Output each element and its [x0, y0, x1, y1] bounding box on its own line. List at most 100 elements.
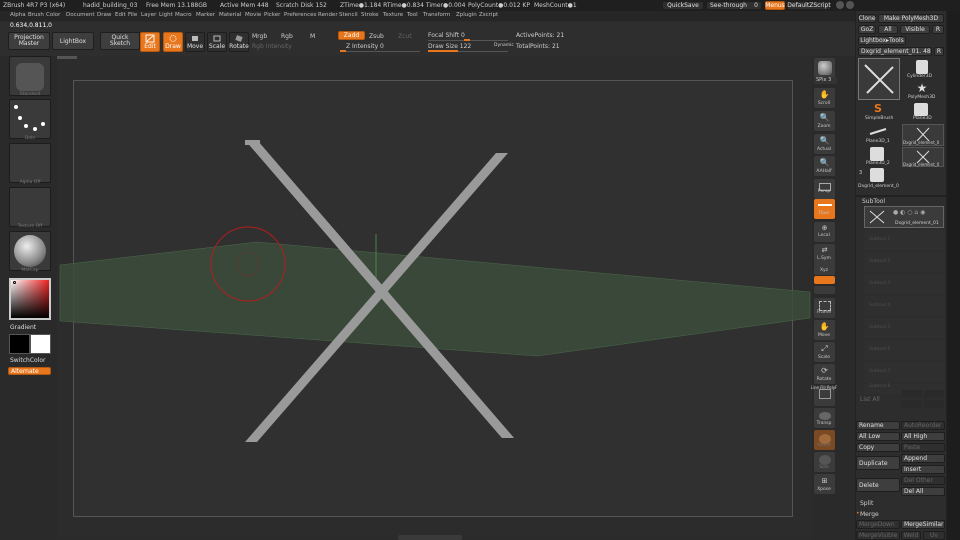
tray-scrollbar[interactable]: [947, 11, 960, 540]
plane3d-1-thumb[interactable]: [866, 124, 890, 140]
color-gradient-square[interactable]: [11, 280, 49, 318]
split-section[interactable]: Split: [860, 500, 873, 507]
quicksave-button[interactable]: QuickSave: [662, 1, 704, 10]
material-thumbnail[interactable]: [9, 231, 51, 271]
lightbox-button[interactable]: LightBox: [52, 32, 94, 50]
simplebrush-icon[interactable]: S: [870, 102, 886, 116]
color-picker-handle[interactable]: [13, 281, 16, 284]
minimize-icon[interactable]: [836, 1, 844, 9]
duplicate-button[interactable]: Duplicate: [856, 456, 900, 470]
alternate-button[interactable]: Alternate: [8, 367, 51, 375]
focal-shift-handle[interactable]: [464, 39, 470, 41]
menu-brush[interactable]: Brush: [28, 12, 44, 18]
paste-button[interactable]: Paste: [901, 443, 945, 452]
copy-button[interactable]: Copy: [856, 443, 900, 452]
menu-picker[interactable]: Picker: [264, 12, 280, 18]
del-other-button[interactable]: Del Other: [901, 476, 945, 485]
make-polymesh-button[interactable]: Make PolyMesh3D: [878, 14, 944, 23]
r-button-2[interactable]: R: [934, 47, 944, 56]
zadd-button[interactable]: Zadd: [338, 31, 365, 40]
dxgrid-3-icon[interactable]: [870, 168, 884, 182]
all-high-button[interactable]: All High: [901, 432, 945, 441]
z-intensity-slider[interactable]: Z Intensity 0: [346, 43, 384, 50]
menu-material[interactable]: Material: [219, 12, 241, 18]
polymesh-star-icon[interactable]: ★: [912, 81, 932, 95]
rename-button[interactable]: Rename: [856, 421, 900, 430]
arrow-up-alt-button[interactable]: [924, 390, 944, 398]
local-button[interactable]: ⊕: [814, 222, 835, 242]
menu-light[interactable]: Light: [159, 12, 173, 18]
quick-sketch-button[interactable]: Quick Sketch: [100, 32, 140, 50]
zsub-button[interactable]: Zsub: [369, 33, 384, 40]
rotate-button[interactable]: Rotate: [229, 32, 249, 52]
menu-document[interactable]: Document: [66, 12, 95, 18]
del-all-button[interactable]: Del All: [901, 487, 945, 496]
z-axis-button[interactable]: [814, 286, 835, 294]
menu-movie[interactable]: Movie: [245, 12, 261, 18]
merge-section[interactable]: Merge: [860, 511, 879, 518]
rgb-toggle[interactable]: Rgb: [281, 33, 293, 40]
menu-zscript[interactable]: Zscript: [479, 12, 498, 18]
menu-texture[interactable]: Texture: [383, 12, 403, 18]
mergedown-button[interactable]: MergeDown: [856, 520, 900, 529]
focal-shift-slider[interactable]: Focal Shift 0: [428, 32, 465, 39]
zcut-button[interactable]: Zcut: [398, 33, 412, 40]
rgb-intensity-slider[interactable]: Rgb Intensity: [252, 43, 292, 50]
menu-tool[interactable]: Tool: [407, 12, 418, 18]
brush-thumbnail[interactable]: [9, 56, 51, 96]
menu-stroke[interactable]: Stroke: [361, 12, 379, 18]
menu-zplugin[interactable]: Zplugin: [456, 12, 477, 18]
floor-button[interactable]: [814, 199, 835, 219]
color-picker[interactable]: [9, 278, 51, 320]
uv-button[interactable]: Uv: [923, 531, 945, 540]
menu-transform[interactable]: Transform: [423, 12, 450, 18]
goz-button[interactable]: GoZ: [858, 25, 876, 34]
mergesimilar-button[interactable]: MergeSimilar: [901, 520, 945, 529]
menu-render[interactable]: Render: [318, 12, 338, 18]
secondary-color-swatch[interactable]: [30, 334, 51, 354]
dynamic-toggle[interactable]: Dynamic: [494, 43, 514, 48]
move-button[interactable]: Move: [185, 32, 205, 52]
weld-button[interactable]: Weld: [901, 531, 921, 540]
menu-marker[interactable]: Marker: [196, 12, 215, 18]
menu-macro[interactable]: Macro: [175, 12, 192, 18]
stroke-thumbnail[interactable]: [9, 99, 51, 139]
texture-thumbnail[interactable]: [9, 187, 51, 227]
arrow-down-button[interactable]: [902, 400, 922, 408]
bpr-button[interactable]: [814, 58, 835, 78]
draw-size-slider[interactable]: Draw Size 122: [428, 43, 471, 50]
main-color-swatch[interactable]: [9, 334, 30, 354]
mrgb-toggle[interactable]: Mrgb: [252, 33, 267, 40]
subtool-active-row[interactable]: ● ◐ ○ ⌂ ◉ Dxgrid_element_01: [864, 206, 944, 228]
menu-preferences[interactable]: Preferences: [284, 12, 316, 18]
menu-stencil[interactable]: Stencil: [339, 12, 358, 18]
gradient-label[interactable]: Gradient: [10, 324, 36, 331]
lsym-button[interactable]: ⇄: [814, 244, 835, 264]
y-axis-button[interactable]: [814, 276, 835, 284]
all-low-button[interactable]: All Low: [856, 432, 900, 441]
projection-master-button[interactable]: Projection Master: [8, 32, 50, 50]
append-button[interactable]: Append: [901, 454, 945, 463]
default-zscript-button[interactable]: DefaultZScript: [787, 1, 831, 10]
menus-button[interactable]: Menus: [765, 1, 785, 10]
menu-draw[interactable]: Draw: [97, 12, 111, 18]
lightbox-tools-button[interactable]: Lightbox▸Tools: [858, 36, 906, 45]
tool-thumb-active[interactable]: [858, 58, 900, 100]
plane3d-2-icon[interactable]: [870, 147, 884, 161]
close-icon[interactable]: [846, 1, 854, 9]
clone-button[interactable]: Clone: [858, 14, 876, 23]
switch-color-button[interactable]: SwitchColor: [10, 357, 46, 364]
subtool-toggle-icons[interactable]: ● ◐ ○ ⌂ ◉: [893, 209, 925, 216]
menu-alpha[interactable]: Alpha: [10, 12, 26, 18]
bottom-tray-handle[interactable]: [398, 535, 462, 540]
all-button[interactable]: All: [878, 25, 898, 34]
frame-button[interactable]: [814, 298, 835, 318]
arrow-up-button[interactable]: [902, 390, 922, 398]
draw-button[interactable]: Draw: [163, 32, 183, 52]
see-through-slider[interactable]: See-through 0: [706, 1, 762, 10]
scale-button[interactable]: Scale: [207, 32, 227, 52]
menu-file[interactable]: File: [128, 12, 137, 18]
list-all-button[interactable]: List All: [860, 396, 880, 403]
menu-color[interactable]: Color: [46, 12, 60, 18]
autoreorder-button[interactable]: AutoReorder: [901, 421, 945, 430]
